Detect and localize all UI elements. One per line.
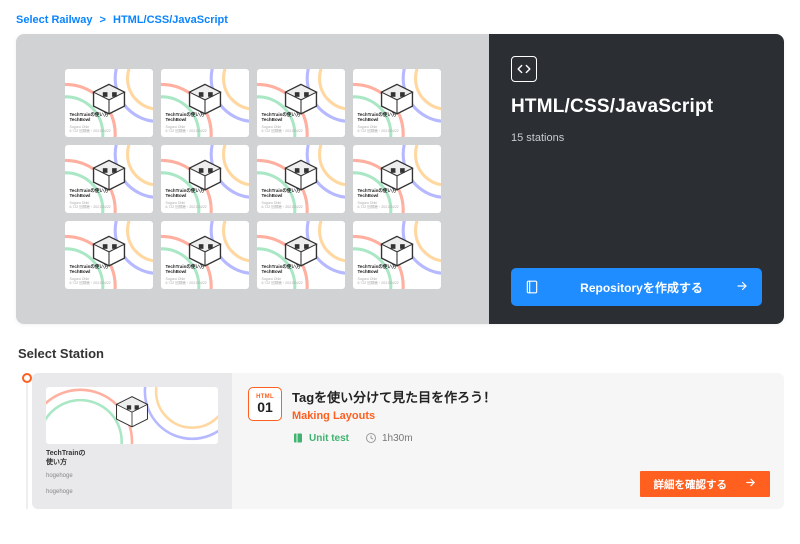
code-icon <box>511 56 537 82</box>
railway-title: HTML/CSS/JavaScript <box>511 96 762 118</box>
select-station-heading: Select Station <box>18 346 784 361</box>
timeline-line <box>26 383 28 509</box>
station-body: HTML 01 Tagを使い分けて見た目を作ろう！ Making Layouts… <box>232 373 784 509</box>
view-detail-label: 詳細を確認する <box>654 477 728 492</box>
repository-icon <box>525 280 539 294</box>
station-meta: Unit test 1h30m <box>292 432 766 444</box>
thumb-title-line1: TechTrainの <box>46 450 218 458</box>
arrow-right-icon <box>734 280 748 295</box>
create-repository-label: Repositoryを作成する <box>549 279 734 296</box>
preview-card: TechTrainの使い方TechBowlSuguru Ohki6,722 回視… <box>257 221 345 289</box>
railway-info-panel: HTML/CSS/JavaScript 15 stations Reposito… <box>489 34 784 324</box>
preview-card: TechTrainの使い方TechBowlSuguru Ohki6,722 回視… <box>353 145 441 213</box>
preview-card: TechTrainの使い方TechBowlSuguru Ohki6,722 回視… <box>353 221 441 289</box>
station-title: Tagを使い分けて見た目を作ろう！ <box>292 387 496 406</box>
preview-card: TechTrainの使い方TechBowlSuguru Ohki6,722 回視… <box>65 145 153 213</box>
preview-card: TechTrainの使い方TechBowlSuguru Ohki6,722 回視… <box>161 69 249 137</box>
breadcrumb-separator: > <box>100 14 106 26</box>
railway-hero: TechTrainの使い方TechBowlSuguru Ohki6,722 回視… <box>16 34 784 324</box>
station-thumbnail: TechTrainの 使い方 hogehoge hogehoge <box>32 373 232 509</box>
railway-station-count: 15 stations <box>511 132 762 144</box>
thumb-title-line2: 使い方 <box>46 459 218 467</box>
station-number: 01 <box>257 400 273 414</box>
breadcrumb: Select Railway > HTML/CSS/JavaScript <box>16 10 784 34</box>
view-detail-button[interactable]: 詳細を確認する <box>640 471 771 497</box>
create-repository-button[interactable]: Repositoryを作成する <box>511 268 762 306</box>
breadcrumb-root-link[interactable]: Select Railway <box>16 14 92 26</box>
breadcrumb-current: HTML/CSS/JavaScript <box>113 14 228 26</box>
arrow-right-icon <box>745 477 756 491</box>
preview-card: TechTrainの使い方TechBowlSuguru Ohki6,722 回視… <box>65 69 153 137</box>
station-subtitle: Making Layouts <box>292 410 496 422</box>
preview-card: TechTrainの使い方TechBowlSuguru Ohki6,722 回視… <box>65 221 153 289</box>
thumb-footer: hogehoge <box>46 489 218 495</box>
preview-card: TechTrainの使い方TechBowlSuguru Ohki6,722 回視… <box>161 221 249 289</box>
preview-card: TechTrainの使い方TechBowlSuguru Ohki6,722 回視… <box>161 145 249 213</box>
station-card[interactable]: TechTrainの 使い方 hogehoge hogehoge HTML 01… <box>32 373 784 509</box>
unit-test-badge: Unit test <box>292 432 349 444</box>
station-number-badge: HTML 01 <box>248 387 282 421</box>
thumb-author: hogehoge <box>46 473 218 479</box>
timeline-dot <box>22 373 32 383</box>
preview-card: TechTrainの使い方TechBowlSuguru Ohki6,722 回視… <box>353 69 441 137</box>
preview-card: TechTrainの使い方TechBowlSuguru Ohki6,722 回視… <box>257 69 345 137</box>
duration-badge: 1h30m <box>365 432 413 444</box>
preview-card: TechTrainの使い方TechBowlSuguru Ohki6,722 回視… <box>257 145 345 213</box>
station-timeline: TechTrainの 使い方 hogehoge hogehoge HTML 01… <box>16 373 784 509</box>
railway-preview-grid: TechTrainの使い方TechBowlSuguru Ohki6,722 回視… <box>16 34 489 324</box>
